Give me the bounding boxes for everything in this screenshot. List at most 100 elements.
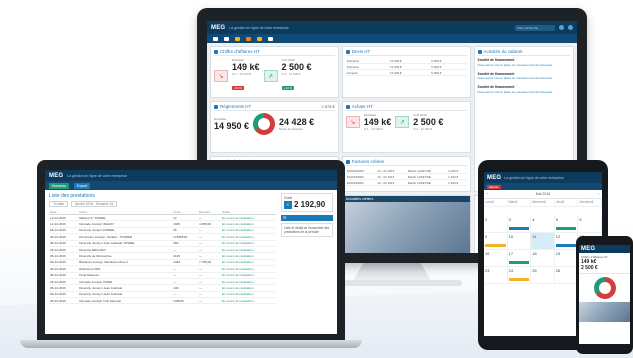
- calendar-day[interactable]: 25: [531, 267, 555, 284]
- calendar-day[interactable]: 19: [554, 250, 579, 267]
- calendar-event[interactable]: [555, 244, 577, 247]
- list-title: Liste des prestations: [49, 193, 95, 199]
- home-icon[interactable]: [213, 36, 218, 41]
- search-input[interactable]: Votre recherche: [515, 24, 555, 31]
- calendar-day[interactable]: 11: [531, 233, 555, 250]
- laptop-topbar: MEG La gestion en ligne de votre entrepr…: [45, 170, 337, 181]
- settings-icon[interactable]: [559, 25, 564, 30]
- table-cell: Nomade Jocelyn Indo Meunier: [78, 297, 173, 305]
- day-number: 23: [485, 268, 490, 273]
- calendar-day[interactable]: 17: [507, 250, 532, 267]
- tag-down: -19 %: [232, 86, 244, 90]
- tag-up: +14 %: [281, 86, 295, 90]
- table-cell: —: [198, 297, 222, 305]
- calendar-day[interactable]: 18: [531, 250, 555, 267]
- calendar-day[interactable]: 10: [507, 233, 532, 250]
- calendar-day[interactable]: 9: [484, 233, 508, 250]
- calendar-day-header: Mercredi: [531, 199, 555, 207]
- calendar-day[interactable]: 2: [484, 216, 508, 233]
- phone-photo: [579, 302, 630, 322]
- logo[interactable]: MEG: [211, 25, 225, 31]
- bank-icon[interactable]: [268, 36, 273, 41]
- calendar-day[interactable]: 24: [507, 267, 532, 284]
- laptop-screen: MEG La gestion en ligne de votre entrepr…: [45, 170, 337, 334]
- card-title: Actualités métiers: [342, 196, 470, 202]
- trend-up-icon: ↗: [395, 116, 410, 128]
- add-event-button[interactable]: Ajouter: [487, 184, 501, 189]
- grid-icon[interactable]: [224, 36, 229, 41]
- day-number: 4: [532, 217, 535, 222]
- card-actualites[interactable]: Actualités métiers: [341, 195, 471, 253]
- chevron-left-icon[interactable]: ‹: [284, 200, 292, 209]
- cart-icon[interactable]: [246, 36, 251, 41]
- sort-select[interactable]: Tri date: [49, 201, 69, 207]
- logo[interactable]: MEG: [49, 173, 63, 179]
- trend-down-icon: ↘: [345, 116, 360, 128]
- card-factures[interactable]: Factures créées FA20160003 12 - 02 2016 Ma…: [341, 156, 471, 192]
- card-reglements[interactable]: Règlements HT 2 878 € Encaissé 14 950 € 2…: [210, 101, 339, 153]
- phone-screen: MEG Chiffre d'affaires HT 149 k€ 2 500 €: [579, 245, 630, 344]
- phone-card[interactable]: Chiffre d'affaires HT 149 k€ 2 500 €: [579, 253, 630, 274]
- calendar-day-header: Jeudi: [554, 199, 579, 207]
- calendar-day[interactable]: 16: [484, 250, 508, 267]
- folder-icon[interactable]: [235, 36, 240, 41]
- donut-chart: [593, 277, 616, 299]
- calendar-day[interactable]: 12: [554, 233, 579, 250]
- balance-value: 2 192,90: [294, 200, 326, 209]
- invoice-icon: [345, 159, 350, 164]
- card-achats[interactable]: Achats HT ↘ Décaissé 149 k€ N-1 : 12 000…: [341, 101, 471, 153]
- bell-icon: [477, 49, 482, 54]
- laptop: MEG La gestion en ligne de votre entrepr…: [37, 160, 345, 340]
- badge: 2 878 €: [321, 104, 335, 109]
- prev-icon[interactable]: ‹: [487, 192, 488, 196]
- calendar-day[interactable]: 5: [554, 216, 579, 233]
- export-button[interactable]: Export: [74, 182, 91, 189]
- list-item-text[interactable]: Nous avons mis en place un nouveau suivi…: [478, 76, 570, 81]
- kpi-value: 14 950 €: [214, 121, 250, 131]
- user-icon[interactable]: [568, 25, 573, 30]
- detail-button[interactable]: ☰: [281, 215, 333, 221]
- calendar-day[interactable]: 26: [554, 267, 579, 284]
- day-number: 6: [579, 217, 582, 222]
- calendar-day[interactable]: 3: [507, 216, 532, 233]
- day-number: 2: [485, 217, 488, 222]
- logo[interactable]: MEG: [487, 175, 501, 181]
- list-item-text[interactable]: Nous avons mis en place un nouveau suivi…: [478, 90, 570, 95]
- day-number: 25: [532, 268, 537, 273]
- calendar-event[interactable]: [508, 278, 530, 281]
- balance-box: Solde ‹ 2 192,90: [281, 193, 333, 212]
- calendar-event[interactable]: [555, 227, 577, 230]
- day-number: 10: [508, 234, 514, 239]
- table-row[interactable]: 06-12-2016 Nomade Jocelyn Indo Meunier 145…: [49, 297, 276, 305]
- card-devis[interactable]: Devis HT Prévision 12 000 €5 000 € Prévis…: [341, 46, 471, 98]
- day-number: 9: [485, 234, 488, 239]
- document-icon: [345, 49, 350, 54]
- briefcase-icon[interactable]: [257, 36, 262, 41]
- table-row[interactable]: FA20160001 12 - 02 2016 Martin LAPEYRE 1 20…: [345, 179, 467, 186]
- calendar-event[interactable]: [485, 244, 506, 247]
- kpi-value: 149 k€: [363, 117, 392, 127]
- prestations-list: Liste des prestations Tri date Année 201…: [49, 193, 276, 305]
- day-number: 3: [508, 217, 511, 222]
- card-chiffre-affaires[interactable]: Chiffre d'affaires HT ↘ Encaissé 149 k€ …: [210, 46, 339, 98]
- donut-chart: [253, 113, 276, 135]
- calendar-day[interactable]: 6: [578, 216, 602, 233]
- calendar-day[interactable]: 4: [531, 216, 555, 233]
- day-number: 17: [508, 251, 514, 256]
- list-item-text[interactable]: Nous avons mis en place un nouveau suivi…: [478, 63, 570, 68]
- calendar-event[interactable]: [508, 261, 530, 264]
- module-iconbar: [207, 34, 577, 43]
- table-row: Accepté 12 000 €5 000 €: [345, 69, 467, 76]
- logo[interactable]: MEG: [581, 246, 595, 252]
- next-icon[interactable]: ›: [598, 192, 599, 196]
- day-number: 12: [555, 234, 561, 239]
- calendar-event[interactable]: [508, 227, 530, 230]
- period-select[interactable]: Année 2016 - Semaine 16: [71, 201, 118, 207]
- card-title: Achats HT: [351, 104, 373, 109]
- add-button[interactable]: Nouveau: [49, 182, 70, 189]
- laptop-base: [20, 340, 362, 348]
- kpi-value: 2 500 €: [413, 117, 444, 127]
- calendar-day[interactable]: 23: [484, 267, 508, 284]
- day-number: 5: [555, 217, 559, 222]
- card-title: Chiffre d'affaires HT: [220, 49, 260, 54]
